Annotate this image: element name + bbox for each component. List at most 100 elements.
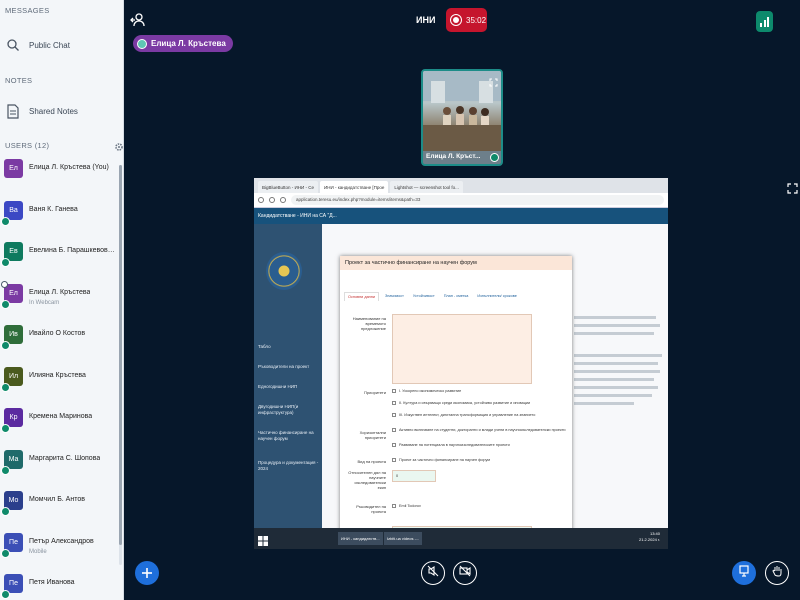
field-label-type: Вид на проекта bbox=[357, 459, 386, 464]
site-nav: Табло Ръководители на проект Едногодишни… bbox=[254, 224, 322, 528]
hand-icon bbox=[771, 564, 783, 582]
sidebar: MESSAGES Public Chat NOTES Shared Notes … bbox=[0, 0, 124, 600]
avatar-initials: Ив bbox=[9, 331, 18, 338]
mic-status-icon bbox=[1, 424, 10, 433]
avatar-initials: Ма bbox=[8, 455, 19, 463]
avatar: Ив bbox=[1, 325, 23, 350]
messages-header: MESSAGES bbox=[5, 6, 50, 15]
user-name-text: Елица Л. Кръстева bbox=[29, 288, 91, 296]
user-list-item[interactable]: Кр Кремена Маринова bbox=[1, 406, 120, 442]
windows-start-icon bbox=[258, 533, 268, 549]
mic-status-icon bbox=[1, 590, 10, 599]
horizontal-checkbox bbox=[392, 443, 396, 447]
webcam-tile[interactable]: Елица Л. Кръст... bbox=[421, 69, 503, 166]
priority-checkbox bbox=[392, 401, 396, 405]
user-list-item[interactable]: Ил Илияна Кръстева bbox=[1, 365, 120, 401]
presenter-badge[interactable]: Елица Л. Кръстева bbox=[133, 35, 233, 52]
reload-icon bbox=[280, 197, 286, 203]
avatar-initials: Ев bbox=[9, 248, 18, 255]
user-name-text: Момчил Б. Антов bbox=[29, 496, 85, 503]
user-name-text: Ивайло О Костов bbox=[29, 330, 86, 337]
user-name: Маргарита С. Шопова bbox=[29, 448, 100, 464]
screenshare-view[interactable]: BigBlueButton - ИНИ - Се ИНИ - кандидатс… bbox=[254, 178, 668, 549]
project-modal: Проект за частично финансиране на научен… bbox=[340, 256, 572, 549]
share-webcam-button[interactable] bbox=[453, 561, 477, 585]
user-list-item[interactable]: Пе Петя Иванова bbox=[1, 572, 120, 600]
gear-icon[interactable] bbox=[114, 139, 123, 157]
priority-option: I. Ускорено икономическо развитие bbox=[399, 389, 462, 393]
mic-status-icon bbox=[1, 299, 10, 309]
fullscreen-icon[interactable] bbox=[489, 74, 498, 92]
avatar-initials: Мо bbox=[8, 497, 19, 504]
shared-notes-link[interactable]: Shared Notes bbox=[5, 103, 78, 119]
field-label-leader: Ръководител на проекта bbox=[356, 504, 386, 514]
avatar: Ев bbox=[1, 242, 23, 267]
avatar-initials: Ва bbox=[9, 206, 18, 214]
actions-button[interactable] bbox=[135, 561, 159, 585]
project-name-textarea bbox=[392, 314, 532, 384]
user-list-item[interactable]: Ел Елица Л. Кръстева In Webcam bbox=[1, 280, 120, 318]
share-screen-button[interactable] bbox=[732, 561, 756, 585]
user-status-text: Mobile bbox=[29, 548, 47, 555]
user-list-item[interactable]: Ма Маргарита С. Шопова bbox=[1, 448, 120, 484]
leader-value: Emil Todorov bbox=[399, 504, 421, 508]
user-list-item[interactable]: Мо Момчил Б. Антов bbox=[1, 489, 120, 525]
avatar: Ма bbox=[1, 449, 23, 475]
unmute-button[interactable] bbox=[421, 561, 445, 585]
user-name: Момчил Б. Антов bbox=[29, 489, 85, 505]
avatar-initials: Ел bbox=[9, 165, 18, 172]
avatar-initials: Пе bbox=[9, 538, 18, 546]
webcam-mic-icon bbox=[490, 153, 499, 162]
site-nav-item: Процедура и документация - 2024 bbox=[258, 460, 319, 471]
user-list-item[interactable]: Ив Ивайло О Костов bbox=[1, 323, 120, 359]
user-name-text: Петя Иванова bbox=[29, 579, 75, 586]
user-name: Кремена Маринова bbox=[29, 406, 92, 422]
modal-tab: Изпълнители/ срокове bbox=[477, 294, 517, 298]
horizontal-checkbox bbox=[392, 428, 396, 432]
avatar: Ва bbox=[1, 200, 23, 226]
user-name-text: Ваня К. Ганева bbox=[29, 205, 78, 213]
user-list-item[interactable]: Ел Елица Л. Кръстева (You) bbox=[4, 157, 120, 193]
mic-status-icon bbox=[1, 341, 10, 350]
field-label-amount: Относителен дял на научните изследовател… bbox=[348, 470, 386, 490]
site-nav-item: Двугодишни НИП(и инфраструктура) bbox=[258, 404, 299, 415]
notes-header: NOTES bbox=[5, 76, 33, 85]
mic-status-icon bbox=[1, 258, 10, 267]
user-name: Елица Л. Кръстева (You) bbox=[29, 157, 109, 173]
user-name: Илияна Кръстева bbox=[29, 365, 86, 381]
user-list-item[interactable]: Ва Ваня К. Ганева bbox=[1, 199, 120, 235]
screenshare-fullscreen-icon[interactable] bbox=[787, 181, 800, 195]
field-label-priorities: Приоритети bbox=[364, 390, 386, 395]
leave-session-icon[interactable] bbox=[130, 12, 146, 33]
forward-icon bbox=[269, 197, 275, 203]
amount-input: 0 bbox=[392, 470, 436, 482]
modal-tab: План - сметка bbox=[443, 294, 469, 298]
priority-checkbox bbox=[392, 413, 396, 417]
mic-status-icon bbox=[1, 382, 10, 392]
avatar-initials: Ил bbox=[8, 372, 19, 380]
user-name: Ваня К. Ганева bbox=[29, 199, 78, 215]
field-label-horizontal: Хоризонтални приоритети bbox=[359, 430, 386, 440]
users-header: USERS (12) bbox=[5, 141, 50, 150]
mic-status-icon bbox=[1, 507, 10, 516]
avatar: Ил bbox=[1, 366, 23, 392]
avatar-initials: Ел bbox=[9, 289, 18, 297]
user-name: Петя Иванова bbox=[29, 572, 75, 588]
user-list-item[interactable]: Пе Петър Александров Mobile bbox=[1, 531, 120, 567]
webcam-status-icon bbox=[1, 280, 8, 288]
public-chat-link[interactable]: Public Chat bbox=[5, 37, 70, 53]
leader-checkbox bbox=[392, 504, 396, 508]
site-nav-item: Табло bbox=[258, 344, 271, 349]
presenter-status-icon bbox=[137, 38, 147, 49]
modal-title: Проект за частично финансиране на научен… bbox=[340, 256, 572, 270]
user-name-text: Илияна Кръстева bbox=[29, 371, 86, 379]
shared-website: Кандидатстване - ИНИ на СА "Д... Табло Р… bbox=[254, 208, 668, 549]
user-list-item[interactable]: Ев Евелина Б. Парашкевова-Велик... bbox=[1, 240, 120, 276]
recording-button[interactable]: 35:02 bbox=[446, 8, 487, 32]
record-icon bbox=[450, 14, 462, 26]
mic-status-icon bbox=[1, 548, 10, 558]
user-name-text: Евелина Б. Парашкевова-Велик... bbox=[29, 247, 117, 254]
connection-status-icon[interactable] bbox=[756, 11, 773, 32]
taskbar-item: ИНИ - кандидатств... bbox=[338, 532, 383, 545]
raise-hand-button[interactable] bbox=[765, 561, 789, 585]
